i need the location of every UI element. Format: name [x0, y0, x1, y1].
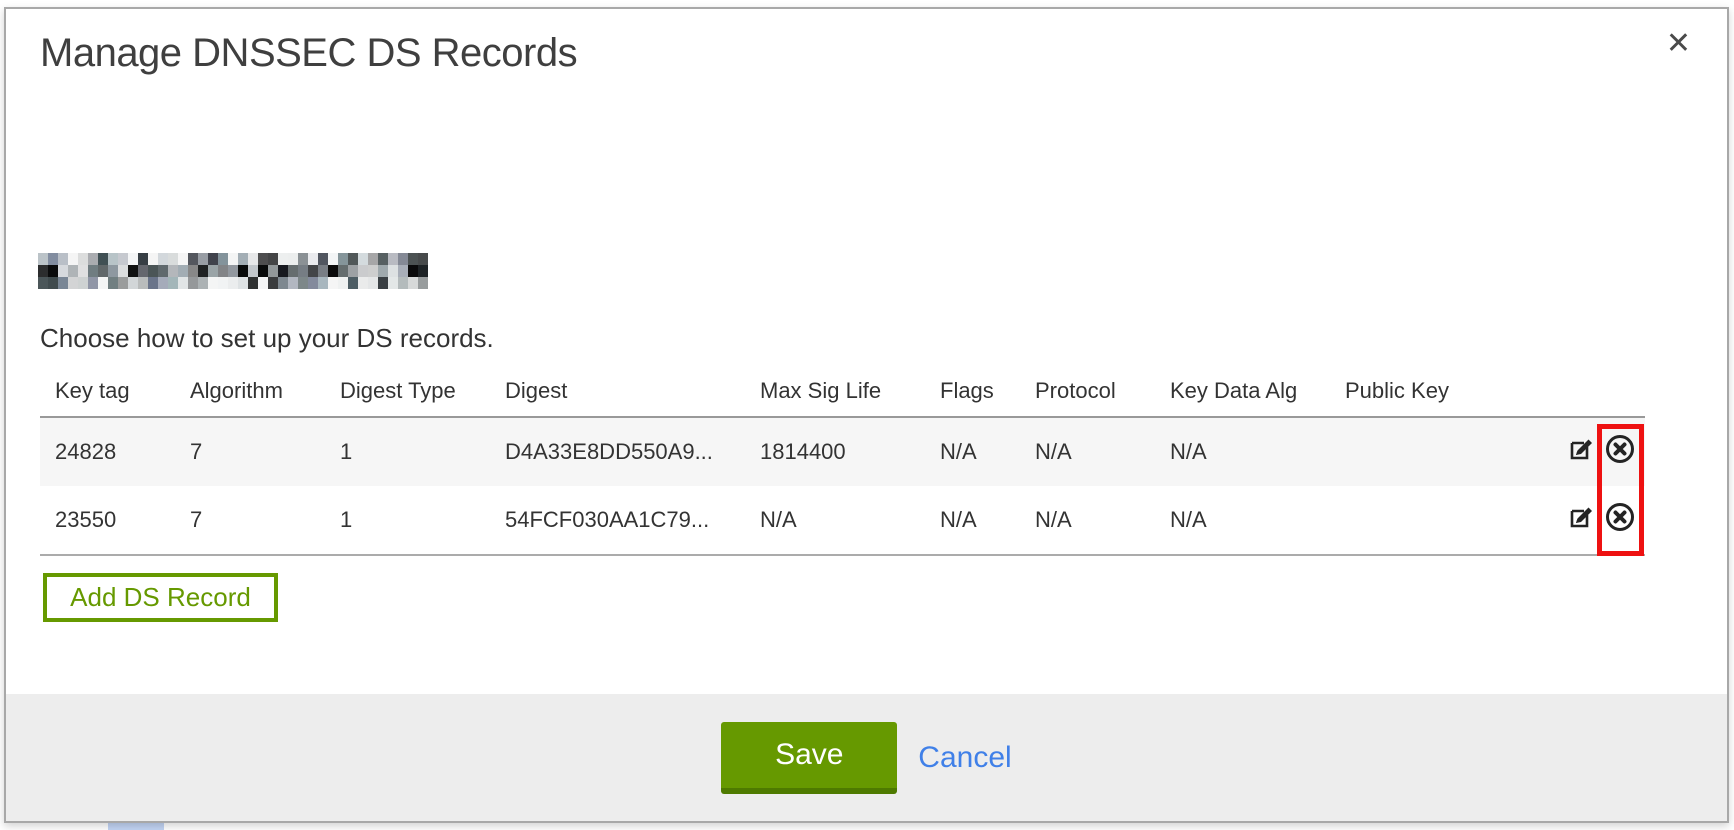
cell-actions	[1545, 486, 1645, 555]
cell-flags: N/A	[925, 417, 1020, 486]
cell-actions	[1545, 417, 1645, 486]
col-header-digest-type: Digest Type	[325, 365, 490, 417]
cell-max-sig-life: 1814400	[745, 417, 925, 486]
col-header-flags: Flags	[925, 365, 1020, 417]
cell-digest-type: 1	[325, 486, 490, 555]
modal-title: Manage DNSSEC DS Records	[40, 31, 577, 76]
col-header-max-sig-life: Max Sig Life	[745, 365, 925, 417]
cell-key-data-alg: N/A	[1155, 486, 1330, 555]
save-button[interactable]: Save	[721, 722, 897, 794]
delete-icon[interactable]	[1605, 434, 1635, 470]
col-header-key-tag: Key tag	[40, 365, 175, 417]
table-header-row: Key tag Algorithm Digest Type Digest Max…	[40, 365, 1645, 417]
col-header-digest: Digest	[490, 365, 745, 417]
edit-icon[interactable]	[1568, 436, 1595, 469]
cell-protocol: N/A	[1020, 486, 1155, 555]
table-row: 23550 7 1 54FCF030AA1C79... N/A N/A N/A …	[40, 486, 1645, 555]
col-header-actions	[1545, 365, 1645, 417]
cell-key-tag: 23550	[40, 486, 175, 555]
edit-icon[interactable]	[1568, 504, 1595, 537]
manage-dnssec-modal: Manage DNSSEC DS Records ✕ Choose how to…	[4, 7, 1729, 823]
cell-digest: 54FCF030AA1C79...	[490, 486, 745, 555]
modal-footer: Save Cancel	[6, 694, 1727, 821]
cell-flags: N/A	[925, 486, 1020, 555]
cell-public-key	[1330, 486, 1545, 555]
modal-subtitle: Choose how to set up your DS records.	[40, 323, 494, 354]
cell-digest-type: 1	[325, 417, 490, 486]
cell-key-tag: 24828	[40, 417, 175, 486]
cell-algorithm: 7	[175, 417, 325, 486]
cell-max-sig-life: N/A	[745, 486, 925, 555]
ds-records-table: Key tag Algorithm Digest Type Digest Max…	[40, 365, 1645, 556]
close-icon[interactable]: ✕	[1662, 25, 1695, 63]
cell-public-key	[1330, 417, 1545, 486]
delete-icon[interactable]	[1605, 502, 1635, 538]
cell-digest: D4A33E8DD550A9...	[490, 417, 745, 486]
cell-key-data-alg: N/A	[1155, 417, 1330, 486]
redacted-domain-image	[38, 253, 428, 289]
cell-algorithm: 7	[175, 486, 325, 555]
add-ds-record-button[interactable]: Add DS Record	[43, 573, 278, 622]
table-row: 24828 7 1 D4A33E8DD550A9... 1814400 N/A …	[40, 417, 1645, 486]
col-header-public-key: Public Key	[1330, 365, 1545, 417]
col-header-key-data-alg: Key Data Alg	[1155, 365, 1330, 417]
cancel-link[interactable]: Cancel	[918, 741, 1011, 775]
col-header-algorithm: Algorithm	[175, 365, 325, 417]
col-header-protocol: Protocol	[1020, 365, 1155, 417]
cell-protocol: N/A	[1020, 417, 1155, 486]
